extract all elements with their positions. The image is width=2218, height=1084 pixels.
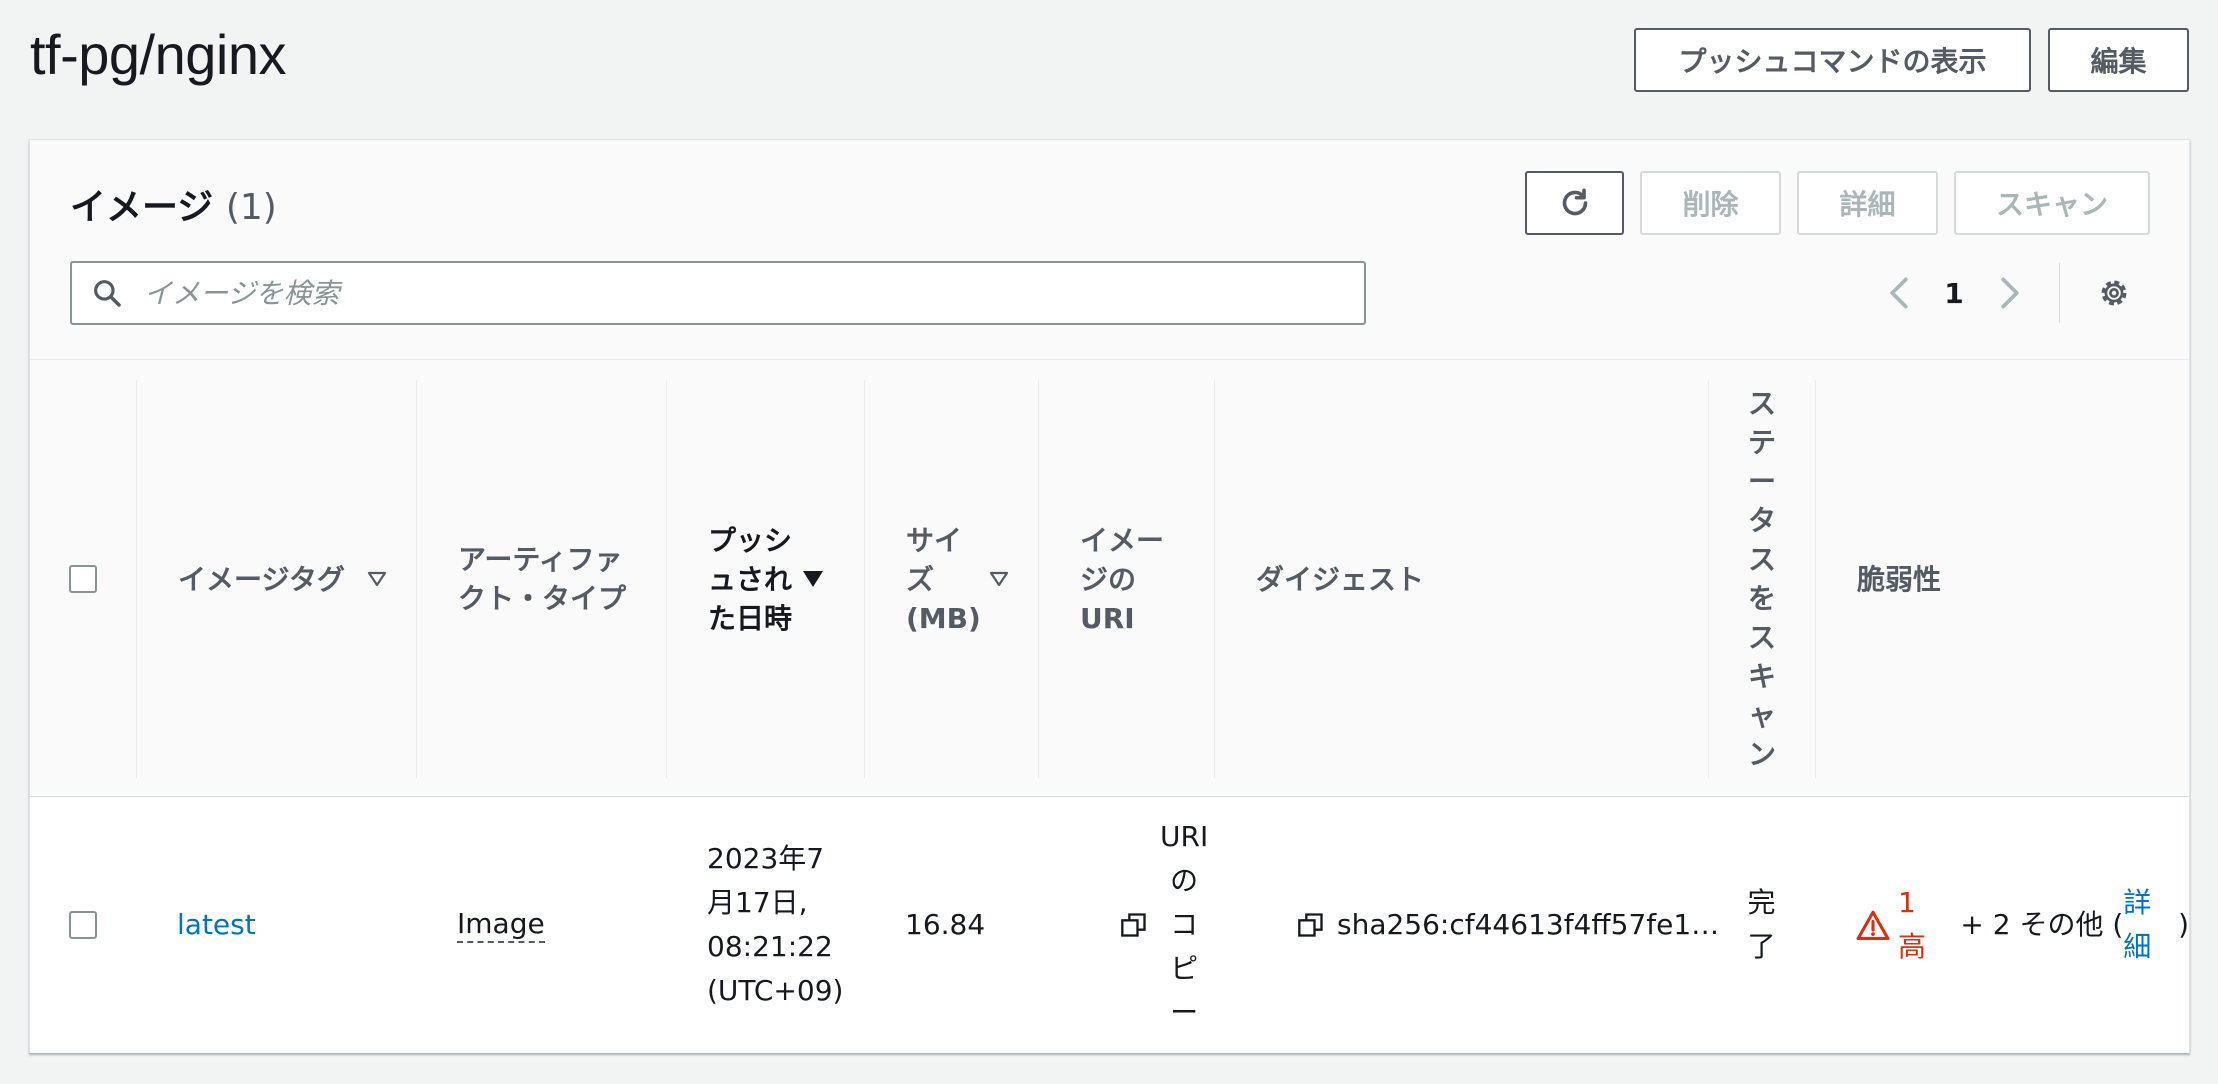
scan-status-char: 了 (1747, 930, 1776, 963)
scan-status-header-char: を (1747, 582, 1776, 615)
header-select-all (30, 380, 136, 778)
next-page-button[interactable] (1982, 264, 2037, 322)
previous-page-button[interactable] (1871, 264, 1926, 322)
column-artifact-type[interactable]: アーティファ クト・タイプ (416, 380, 666, 778)
search-box (70, 261, 1366, 325)
page-title: tf-pg/nginx (30, 23, 287, 86)
copy-uri-cell: URI のコピー (1120, 797, 1208, 1053)
sort-icon (367, 571, 387, 587)
vulnerability-high-count: 1 高 (1898, 886, 1927, 963)
scan-status-header-char: タ (1747, 504, 1776, 537)
column-image-tag[interactable]: イメージタグ (136, 380, 416, 778)
vulnerability-details-link[interactable]: 詳細 (2123, 881, 2178, 969)
column-scan-status: ステータスをスキャン (1708, 380, 1815, 778)
scan-status-header-char: テ (1747, 426, 1776, 459)
images-count: (1) (225, 187, 277, 228)
preferences-button[interactable] (2086, 264, 2141, 322)
row-select-cell (30, 797, 136, 1053)
images-panel: イメージ (1) 削除 詳細 スキャン 1 (29, 139, 2190, 1053)
panel-actions: 削除 詳細 スキャン (1525, 171, 2150, 235)
digest-cell: sha256:cf44613f4ff57fe1… (1297, 797, 1719, 1053)
scan-status-char: 完 (1747, 886, 1776, 919)
copy-uri-char: コ (1170, 908, 1199, 941)
scan-status-header-char: ー (1747, 465, 1776, 498)
column-size[interactable]: サイ ズ (MB) (864, 380, 1038, 778)
copy-uri-char: ー (1170, 996, 1199, 1029)
scan-button[interactable]: スキャン (1954, 171, 2150, 235)
table-header: イメージタグ アーティファ クト・タイプ プッシ ュされ た日時 サイ ズ (M… (30, 359, 2189, 797)
sort-descending-icon (802, 570, 824, 588)
gear-icon (2101, 280, 2126, 306)
size-cell: 16.84 (905, 797, 985, 1053)
page-number[interactable]: 1 (1926, 277, 1982, 310)
artifact-type-cell: Image (457, 797, 545, 1053)
copy-icon[interactable] (1120, 911, 1148, 939)
warning-icon (1856, 909, 1890, 941)
artifact-type-value[interactable]: Image (457, 907, 545, 943)
search-icon (72, 263, 142, 323)
search-input[interactable] (142, 264, 1364, 322)
scan-status-cell: 完了 (1708, 797, 1815, 1053)
image-tag-cell: latest (177, 797, 256, 1053)
edit-button[interactable]: 編集 (2048, 28, 2189, 92)
scan-status-header-char: ス (1747, 621, 1776, 654)
column-vulnerabilities: 脆弱性 (1815, 380, 2189, 778)
scan-status-header-text: ステータスをスキャン (1748, 384, 1776, 774)
scan-status-value: 完了 (1747, 881, 1775, 969)
pager-divider (2059, 263, 2060, 323)
vulnerabilities-cell: 1 高 + 2 その他 ( 詳細 ) (1856, 797, 2189, 1053)
delete-button[interactable]: 削除 (1640, 171, 1781, 235)
copy-uri-char: URI (1160, 820, 1209, 853)
images-title-text: イメージ (70, 187, 214, 228)
copy-uri-char: ピ (1170, 952, 1199, 985)
refresh-button[interactable] (1525, 171, 1624, 235)
image-tag-link[interactable]: latest (177, 903, 256, 947)
digest-value: sha256:cf44613f4ff57fe1… (1337, 908, 1720, 941)
size-value: 16.84 (905, 908, 986, 941)
pagination: 1 (1871, 263, 2141, 323)
scan-status-header-char: ス (1747, 387, 1776, 420)
scan-status-header-char: ャ (1747, 699, 1776, 732)
column-image-uri: イメー ジの URI (1038, 380, 1214, 778)
sort-icon (989, 571, 1009, 587)
column-digest: ダイジェスト (1214, 380, 1708, 778)
vulnerability-other-count: + 2 その他 ( (1951, 908, 2124, 941)
pushed-at-value: 2023年7 月17日, 08:21:22 (UTC+09) (707, 842, 844, 1007)
copy-uri-link[interactable]: URI のコピー (1160, 815, 1208, 1035)
scan-status-header-char: ス (1747, 543, 1776, 576)
chevron-right-icon (2000, 277, 2019, 309)
refresh-icon (1562, 188, 1587, 216)
vulnerability-close-paren: ) (2178, 908, 2189, 941)
header-actions: プッシュコマンドの表示 編集 (1634, 28, 2189, 92)
view-push-commands-button[interactable]: プッシュコマンドの表示 (1634, 28, 2031, 92)
table-row: latest Image 2023年7 月17日, 08:21:22 (UTC+… (30, 797, 2189, 1053)
scan-status-header-char: キ (1747, 660, 1776, 693)
chevron-left-icon (1889, 277, 1908, 309)
images-panel-title: イメージ (1) (70, 178, 277, 230)
pushed-at-cell: 2023年7 月17日, 08:21:22 (UTC+09) (707, 797, 843, 1053)
details-button[interactable]: 詳細 (1797, 171, 1938, 235)
row-checkbox[interactable] (69, 911, 97, 939)
copy-icon[interactable] (1297, 911, 1325, 939)
copy-uri-char: の (1170, 864, 1199, 897)
column-pushed-at[interactable]: プッシ ュされ た日時 (666, 380, 864, 778)
scan-status-header-char: ン (1747, 738, 1776, 771)
select-all-checkbox[interactable] (69, 565, 97, 593)
